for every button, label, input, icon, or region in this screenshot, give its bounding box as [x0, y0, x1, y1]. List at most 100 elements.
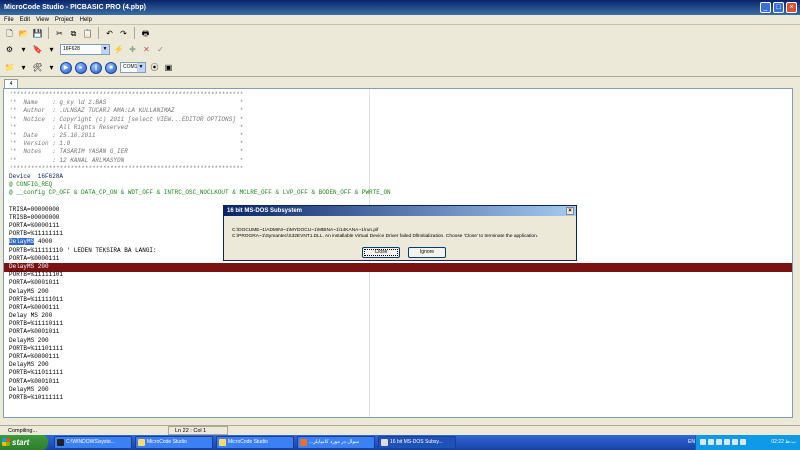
undo-icon[interactable]: ↶	[104, 28, 115, 39]
compile-icon[interactable]: ⚡	[113, 44, 124, 55]
code-line[interactable]: PORTB=%10111111	[9, 394, 391, 402]
code-line[interactable]: PORTA=%0000111	[9, 304, 391, 312]
dos-icon	[381, 439, 388, 446]
code-line[interactable]: DelayMS 200	[9, 288, 391, 296]
code-line-text: PORTA=%0001011	[9, 279, 60, 287]
code-line-text: DelayMS 200	[9, 385, 49, 393]
code-line[interactable]: @ CONFIG_REQ	[9, 181, 391, 189]
code-line[interactable]: Delay MS 200	[9, 312, 391, 320]
verify-icon[interactable]: ✓	[155, 44, 166, 55]
device-select[interactable]: 16F628 ▼	[60, 43, 110, 55]
taskbar-item-msdos[interactable]: 16 bit MS-DOS Subsy...	[378, 436, 456, 449]
step-icon[interactable]: ▸	[75, 61, 87, 74]
code-line[interactable]: PORTB=%11111101	[9, 271, 391, 279]
code-line[interactable]: DelayMS 200	[9, 337, 391, 345]
dropdown-arrow-icon[interactable]: ▾	[18, 62, 29, 73]
code-line[interactable]: '* : 12 KANAL ARLMASYON *	[9, 157, 391, 165]
code-line-text: TRISA=00000000	[9, 205, 60, 213]
code-line-text: '***************************************…	[9, 91, 244, 98]
code-line[interactable]: '* Version : 1.0 *	[9, 140, 391, 148]
dropdown-arrow-icon[interactable]: ▾	[46, 44, 57, 55]
taskbar: start C:\WINDOWS\syste... MicroCode Stud…	[0, 435, 800, 450]
cut-icon[interactable]: ✂	[54, 28, 65, 39]
save-icon[interactable]: 💾	[32, 28, 43, 39]
taskbar-item-cmd[interactable]: C:\WINDOWS\syste...	[54, 436, 132, 449]
dialog-title: 16 bit MS-DOS Subsystem	[227, 208, 303, 214]
code-line[interactable]: DelayMS 200	[9, 263, 391, 271]
minimize-button[interactable]: _	[760, 2, 771, 13]
code-line[interactable]: PORTB=%11111011	[9, 296, 391, 304]
code-line[interactable]: PORTB=%11110111	[9, 320, 391, 328]
new-file-icon[interactable]: 🗋	[4, 28, 15, 39]
system-tray: EN 02:22 ب.ظ	[688, 435, 800, 450]
dialog-close-button[interactable]: Close	[362, 247, 400, 258]
code-line[interactable]: '* : All Rights Reserved *	[9, 124, 391, 132]
dialog-close-icon[interactable]: ×	[566, 207, 574, 215]
settings-icon[interactable]: ⚙	[4, 44, 15, 55]
code-line-text: PORTB=%11011111	[9, 369, 64, 377]
code-line-text: TRISB=00000000	[9, 213, 60, 221]
paste-icon[interactable]: 📋	[82, 28, 93, 39]
port-select[interactable]: COM1 ▼	[120, 62, 146, 73]
language-indicator[interactable]: EN	[688, 435, 695, 450]
code-line[interactable]: '***************************************…	[9, 165, 391, 173]
code-line[interactable]: PORTB=%11101111	[9, 345, 391, 353]
erase-icon[interactable]: ✕	[141, 44, 152, 55]
tray-icon[interactable]	[700, 439, 706, 445]
menu-view[interactable]: View	[36, 15, 49, 24]
bookmark-icon[interactable]: 🔖	[32, 44, 43, 55]
code-line-text: DelayMS 200	[9, 336, 49, 344]
code-line-text: '* Notice : Copyright (c) 2011 [select V…	[9, 115, 244, 123]
menu-help[interactable]: Help	[80, 15, 92, 24]
tray-icon[interactable]	[724, 439, 730, 445]
stop-icon[interactable]: ■	[105, 61, 117, 74]
tray-icon[interactable]	[732, 439, 738, 445]
code-line[interactable]: @ __config CP_OFF & DATA_CP_ON & WDT_OFF…	[9, 189, 391, 197]
menu-file[interactable]: File	[4, 15, 14, 24]
maximize-button[interactable]: □	[773, 2, 784, 13]
code-line[interactable]: DelayMS 200	[9, 386, 391, 394]
code-line[interactable]: PORTA=%0001011	[9, 378, 391, 386]
menu-project[interactable]: Project	[55, 15, 74, 24]
code-line[interactable]: PORTA=%0000111	[9, 353, 391, 361]
code-line[interactable]: Device 16F628A	[9, 173, 391, 181]
tab-document[interactable]: 4	[4, 79, 18, 88]
menu-edit[interactable]: Edit	[20, 15, 30, 24]
run-icon[interactable]: ▶	[60, 61, 72, 74]
tray-icon[interactable]	[716, 439, 722, 445]
open-folder-icon[interactable]: 📂	[18, 28, 29, 39]
code-line[interactable]: '***************************************…	[9, 91, 391, 99]
build-icon[interactable]: 🛠	[32, 62, 43, 73]
pause-icon[interactable]: ∥	[90, 61, 102, 74]
tray-icon[interactable]	[708, 439, 714, 445]
taskbar-item-microcode-2[interactable]: MicroCode Studio	[216, 436, 294, 449]
taskbar-item-label: MicroCode Studio	[228, 439, 268, 445]
tray-icon[interactable]	[740, 439, 746, 445]
code-line-text: PORTB=%11111011	[9, 295, 64, 303]
close-window-button[interactable]: ×	[786, 2, 797, 13]
code-line[interactable]: PORTA=%0001011	[9, 328, 391, 336]
copy-icon[interactable]: ⧉	[68, 28, 79, 39]
code-line[interactable]: '* Notes : TASARIM YASAN G_IER *	[9, 148, 391, 156]
code-line[interactable]: PORTB=%11011111	[9, 369, 391, 377]
taskbar-item-microcode-1[interactable]: MicroCode Studio	[135, 436, 213, 449]
code-line[interactable]: '* Date : 25.10.2011 *	[9, 132, 391, 140]
program-icon[interactable]: ✚	[127, 44, 138, 55]
device-select-value: 16F628	[63, 45, 80, 52]
redo-icon[interactable]: ↷	[118, 28, 129, 39]
dropdown-arrow-icon[interactable]: ▾	[46, 62, 57, 73]
start-button[interactable]: start	[0, 435, 48, 450]
code-line-text: PORTB=%11111111	[9, 230, 64, 238]
dropdown-arrow-icon[interactable]: ▾	[18, 44, 29, 55]
code-line[interactable]: PORTA=%0001011	[9, 279, 391, 287]
serial-communicator-icon[interactable]: ⦿	[149, 62, 160, 73]
code-line[interactable]: '* Author : .ULNSAZ TUCARJ AMA:LA KULLAN…	[9, 107, 391, 115]
code-line[interactable]: '* Name : g_ky ld z.BAS *	[9, 99, 391, 107]
project-folder-icon[interactable]: 📁	[4, 62, 15, 73]
code-line[interactable]: DelayMS 200	[9, 361, 391, 369]
print-icon[interactable]: 🖶	[140, 28, 151, 39]
taskbar-item-browser[interactable]: ...سوال در مورد کامپایلر	[297, 436, 375, 449]
dialog-ignore-button[interactable]: Ignore	[408, 247, 446, 258]
loader-icon[interactable]: ▣	[163, 62, 174, 73]
code-line[interactable]: '* Notice : Copyright (c) 2011 [select V…	[9, 116, 391, 124]
